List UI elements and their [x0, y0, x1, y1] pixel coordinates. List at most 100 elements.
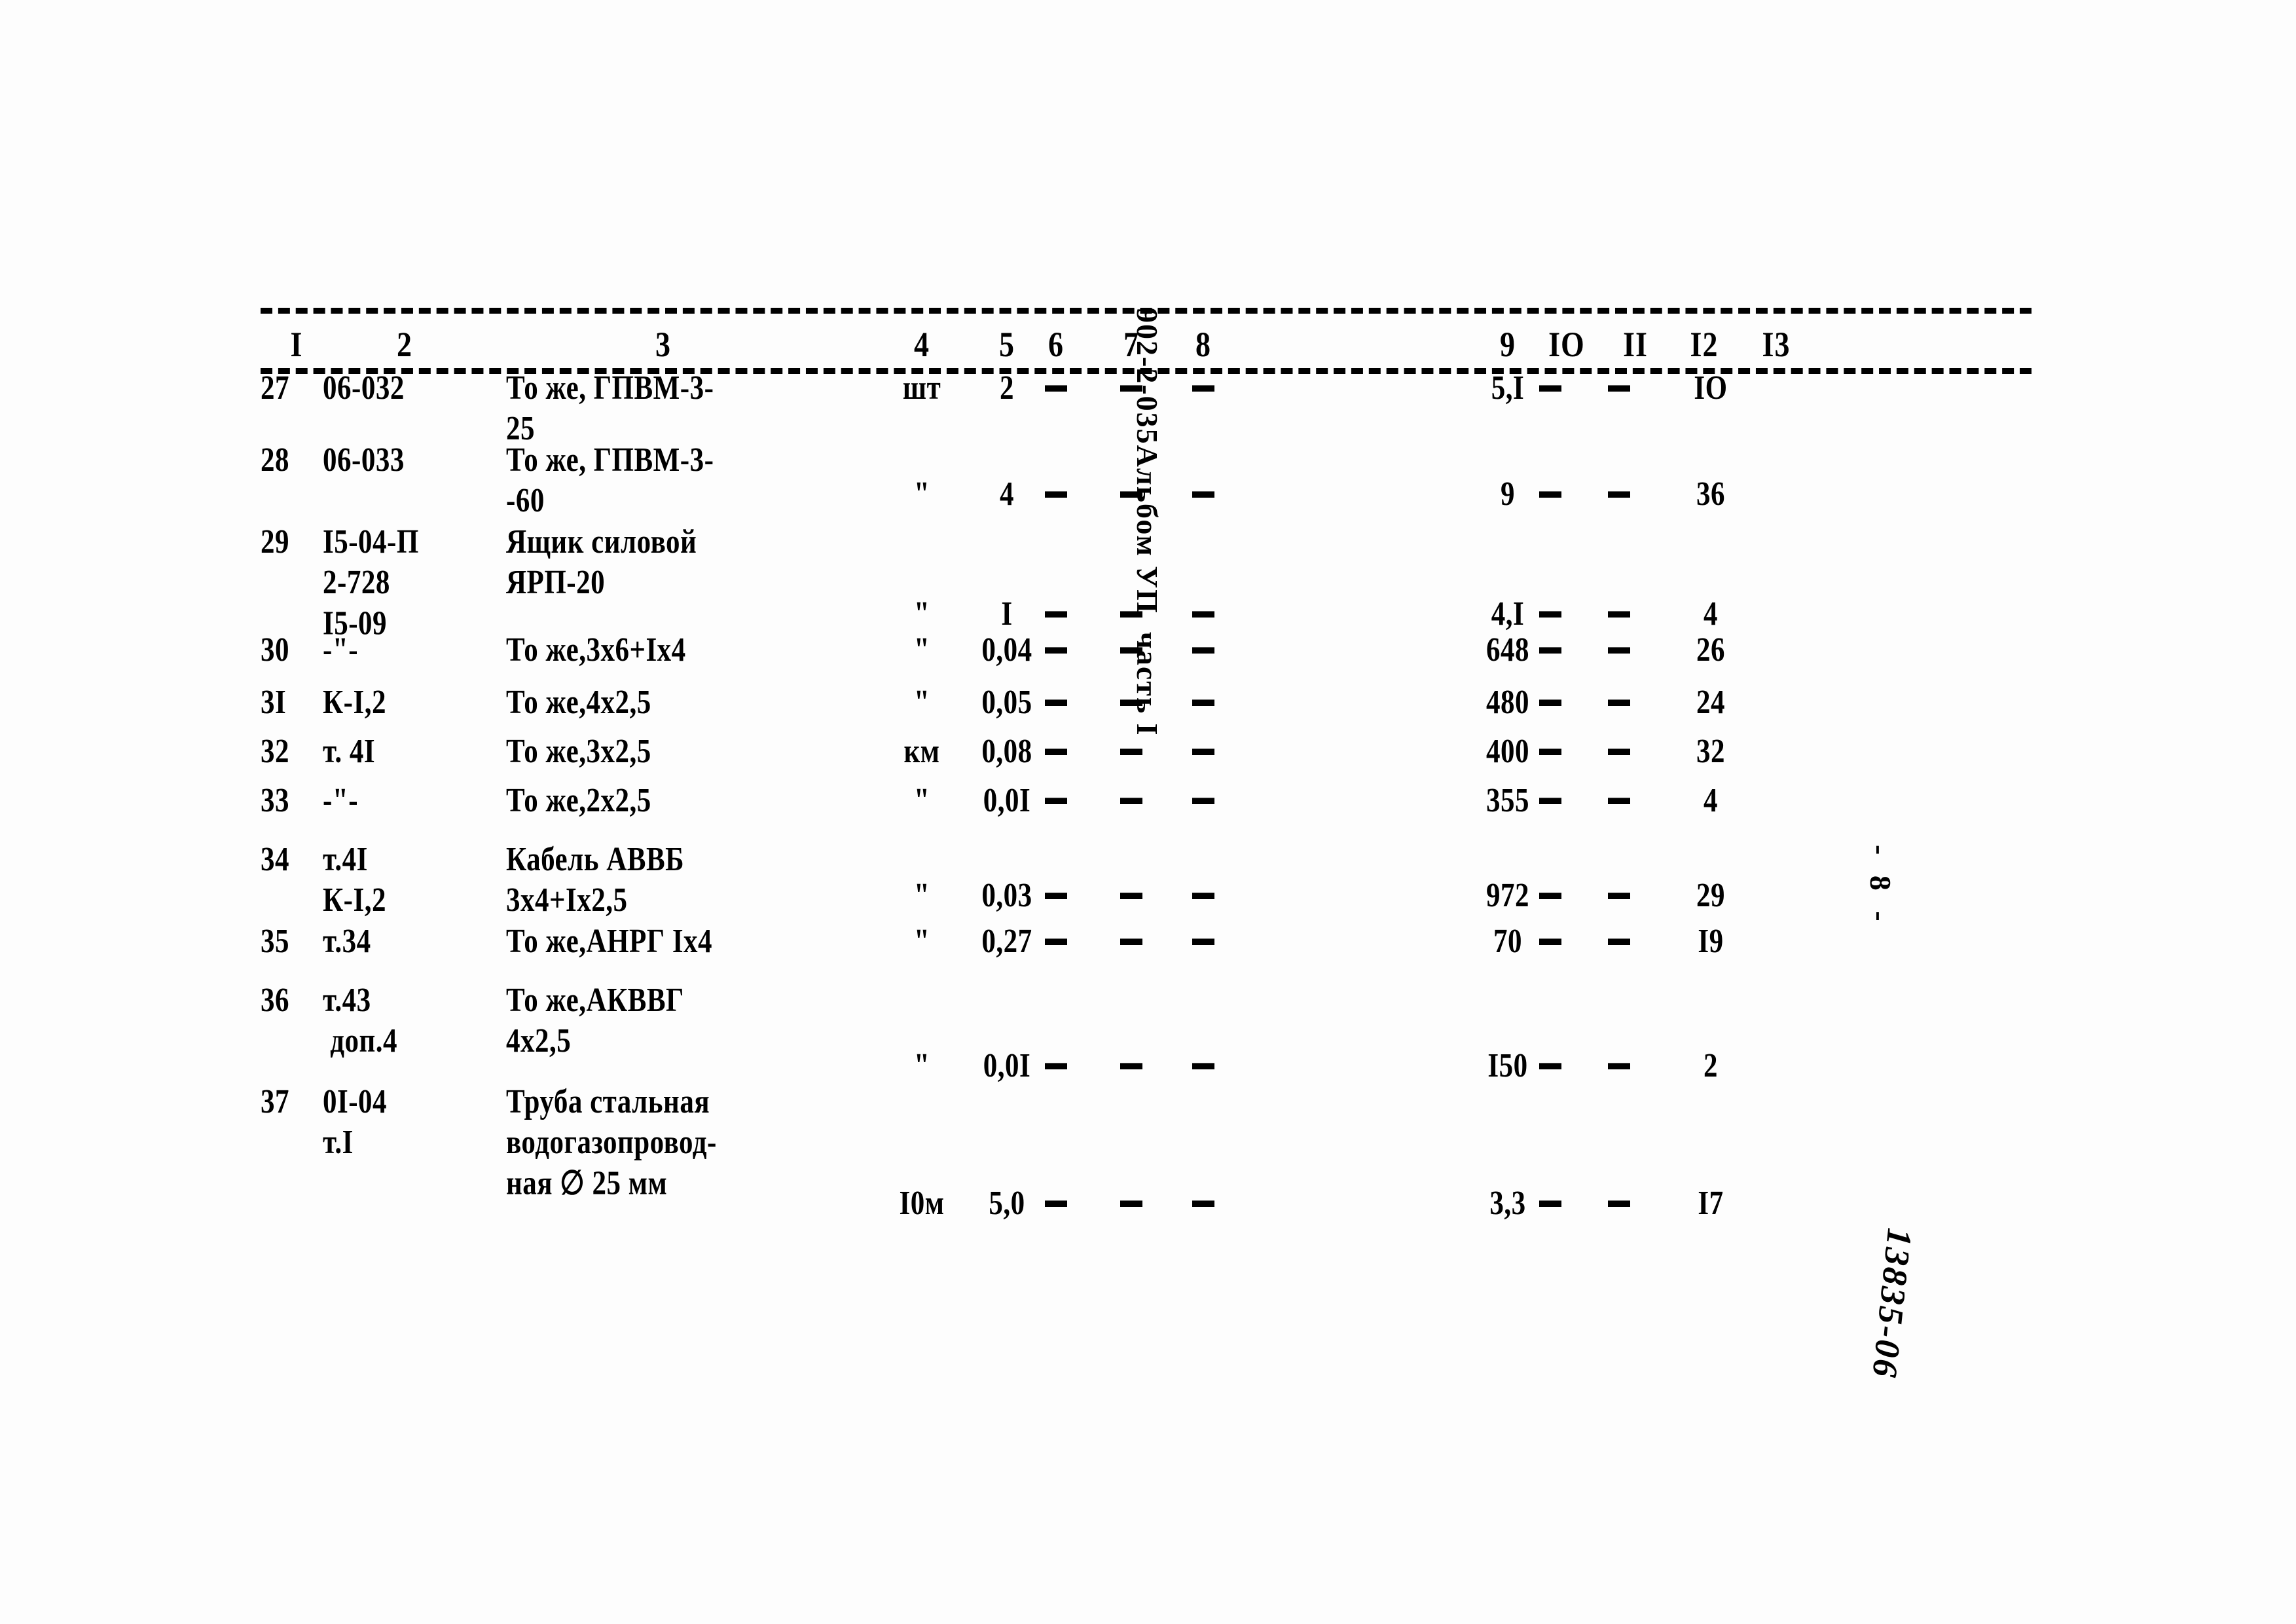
column-header-3: 3 — [655, 324, 671, 364]
dash-mark — [1539, 748, 1561, 756]
cell-name: Труба стальная водогазопровод- ная ∅ 25 … — [506, 1083, 717, 1202]
cell-unit: " — [913, 475, 930, 513]
cell-c12: I9 — [1698, 923, 1724, 960]
cell-c12: 36 — [1696, 475, 1725, 513]
cell-c10 — [1531, 731, 1570, 772]
dash-mark — [1608, 893, 1630, 900]
page-number: - 8 - — [1864, 845, 1897, 928]
cell-c12: 24 — [1696, 684, 1725, 721]
dash-mark — [1608, 1063, 1630, 1070]
cell-c11 — [1599, 876, 1639, 916]
cell-code: К-I,2 — [323, 684, 386, 721]
album-side-label-text: 902-2-035Альбом УП часть I — [1131, 308, 1164, 737]
cell-c12: 4 — [1704, 782, 1718, 819]
column-header-13: I3 — [1762, 324, 1791, 364]
dash-mark — [1608, 647, 1630, 654]
cell-num: 34 — [261, 841, 289, 878]
cell-c11 — [1599, 594, 1639, 635]
cell-name: То же, ГПВМ-3- 25 — [506, 369, 714, 448]
cell-c11 — [1599, 630, 1639, 671]
cell-unit: " — [913, 923, 930, 960]
cell-num: 35 — [261, 923, 289, 960]
cell-c11 — [1599, 781, 1639, 821]
dash-mark — [1539, 385, 1561, 392]
cell-num: 30 — [261, 631, 289, 669]
cell-code: 06-033 — [323, 441, 405, 479]
dash-mark — [1608, 938, 1630, 946]
cell-name: То же,2х2,5 — [506, 782, 651, 819]
cell-name: То же,АКВВГ 4х2,5 — [506, 982, 684, 1060]
cell-name: Кабель АВВБ 3х4+Iх2,5 — [506, 841, 685, 919]
dash-mark — [1608, 699, 1630, 707]
cell-code: т.43 доп.4 — [323, 982, 398, 1060]
cell-c11 — [1599, 1046, 1639, 1086]
cell-code: т.34 — [323, 923, 371, 960]
cell-c10 — [1531, 630, 1570, 671]
cell-c12: 4 — [1704, 595, 1718, 633]
dash-mark — [1608, 798, 1630, 805]
cell-name: То же,3х2,5 — [506, 733, 651, 770]
cell-c10 — [1531, 781, 1570, 821]
dash-mark — [1539, 491, 1561, 498]
cell-c10 — [1531, 876, 1570, 916]
cell-c12: 2 — [1704, 1047, 1718, 1084]
cell-num: 37 — [261, 1083, 289, 1120]
cell-name: Ящик силовой ЯРП-20 — [506, 523, 697, 602]
dash-mark — [1539, 699, 1561, 707]
cell-num: 27 — [261, 369, 289, 407]
cell-c10 — [1531, 474, 1570, 515]
column-header-10: IO — [1548, 324, 1585, 364]
cell-code: -"- — [323, 782, 359, 819]
cell-num: 32 — [261, 733, 289, 770]
dash-mark — [1539, 1200, 1561, 1208]
cell-c11 — [1599, 1183, 1639, 1224]
cell-unit: " — [913, 631, 930, 669]
column-header-1: I — [290, 324, 303, 364]
cell-c12: I7 — [1698, 1185, 1724, 1222]
dash-mark — [1608, 1200, 1630, 1208]
cell-unit: " — [913, 877, 930, 914]
cell-name: То же,АНРГ Iх4 — [506, 923, 713, 960]
cell-code: -"- — [323, 631, 359, 669]
cell-num: 36 — [261, 982, 289, 1019]
cell-c11 — [1599, 682, 1639, 723]
cell-c11 — [1599, 474, 1639, 515]
cell-num: 33 — [261, 782, 289, 819]
cell-unit: шт — [902, 369, 941, 407]
cell-c11 — [1599, 921, 1639, 962]
cell-name: То же,4х2,5 — [506, 684, 651, 721]
cell-c10 — [1531, 594, 1570, 635]
column-header-2: 2 — [397, 324, 412, 364]
cell-unit: I0м — [899, 1185, 945, 1222]
cell-c10 — [1531, 368, 1570, 409]
cell-c11 — [1599, 368, 1639, 409]
album-side-label: 902-2-035Альбом УП часть I — [1131, 308, 1262, 1225]
cell-c12: 26 — [1696, 631, 1725, 669]
dash-mark — [1539, 938, 1561, 946]
dash-mark — [1539, 647, 1561, 654]
cell-code: т.4I К-I,2 — [323, 841, 386, 919]
cell-c12: 29 — [1696, 877, 1725, 914]
dash-mark — [1539, 798, 1561, 805]
cell-c11 — [1599, 731, 1639, 772]
cell-c10 — [1531, 682, 1570, 723]
dash-mark — [1539, 893, 1561, 900]
cell-code: I5-04-П 2-728 I5-09 — [323, 523, 419, 642]
cell-name: То же,3х6+Iх4 — [506, 631, 686, 669]
dash-mark — [1608, 748, 1630, 756]
cell-num: 29 — [261, 523, 289, 561]
cell-name: То же, ГПВМ-3- -60 — [506, 441, 714, 520]
cell-code: 0I-04 т.I — [323, 1083, 388, 1162]
cell-num: 28 — [261, 441, 289, 479]
cell-unit: " — [913, 1047, 930, 1084]
dash-mark — [1539, 1063, 1561, 1070]
dash-mark — [1608, 385, 1630, 392]
cell-code: 06-032 — [323, 369, 405, 407]
cell-c10 — [1531, 1183, 1570, 1224]
cell-unit: " — [913, 684, 930, 721]
scanned-page: I 2 3 4 5 6 7 8 9 IO II I2 I3 27 06-032 То же, ГПВМ-3-… — [0, 0, 2296, 1624]
cell-c10 — [1531, 921, 1570, 962]
cell-num: 3I — [261, 684, 287, 721]
cell-c12: IO — [1694, 369, 1728, 407]
dash-mark — [1608, 491, 1630, 498]
